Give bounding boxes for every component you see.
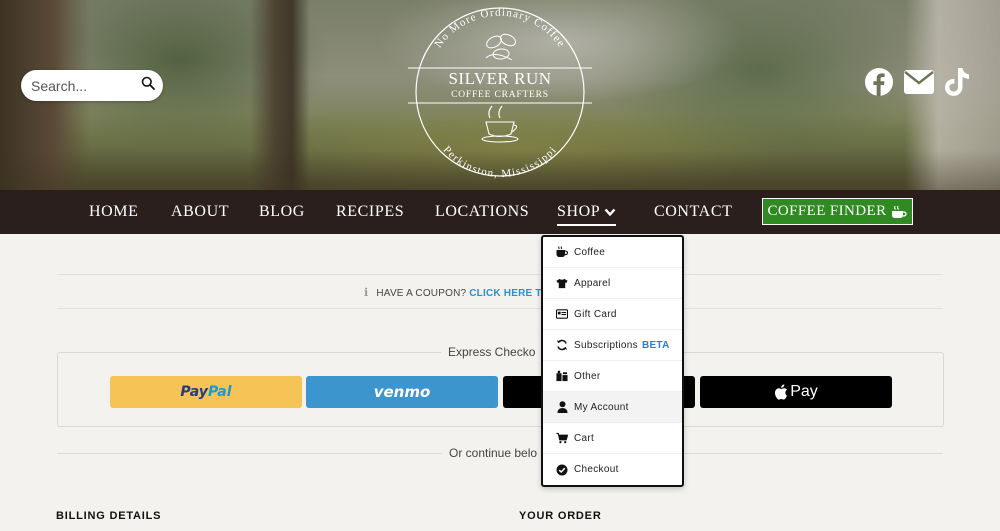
sync-icon: [556, 339, 568, 351]
paypal-label-1: Pay: [180, 384, 208, 400]
box-icon: [556, 370, 568, 382]
logo-tagline: COFFEE CRAFTERS: [451, 90, 549, 100]
nav-home[interactable]: HOME: [89, 203, 139, 221]
coffee-cup-icon: [556, 246, 568, 258]
coffee-bean-icon: [485, 33, 517, 61]
menu-item-label: My Account: [574, 401, 629, 413]
paypal-button[interactable]: Pay Pal: [110, 376, 302, 408]
nav-locations[interactable]: LOCATIONS: [435, 203, 529, 221]
billing-details-heading: BILLING DETAILS: [56, 510, 162, 522]
shop-dropdown-menu: Coffee Apparel Gift Card Subscriptions B…: [541, 235, 684, 487]
silver-run-logo[interactable]: No More Ordinary Coffee SILVER RUN COFFE…: [402, 2, 598, 188]
divider: [57, 274, 943, 275]
search-input[interactable]: [31, 77, 141, 94]
coupon-notice: ℹ HAVE A COUPON? CLICK HERE TO: [364, 286, 549, 299]
express-checkout-title: Express Checko: [441, 345, 543, 359]
coffee-cup-icon: [481, 105, 519, 143]
coffee-finder-label: COFFEE FINDER: [767, 203, 887, 219]
your-order-heading: YOUR ORDER: [519, 510, 602, 522]
facebook-icon[interactable]: [864, 67, 894, 102]
hero-banner: No More Ordinary Coffee SILVER RUN COFFE…: [0, 0, 1000, 190]
search-box[interactable]: [21, 70, 163, 101]
menu-item-cart[interactable]: Cart: [543, 423, 682, 454]
menu-item-label: Cart: [574, 432, 595, 444]
check-circle-icon: [556, 464, 568, 476]
chevron-down-icon: [604, 208, 616, 217]
nav-blog[interactable]: BLOG: [259, 203, 305, 221]
menu-item-checkout[interactable]: Checkout: [543, 454, 682, 485]
coupon-prompt: HAVE A COUPON?: [376, 288, 467, 299]
info-icon: ℹ: [364, 287, 369, 299]
menu-item-label: Checkout: [574, 464, 619, 475]
main-nav: HOME ABOUT BLOG RECIPES LOCATIONS SHOP C…: [0, 190, 1000, 234]
coffee-mug-icon: [892, 205, 908, 218]
apple-pay-button[interactable]: Pay: [700, 376, 892, 408]
nav-shop[interactable]: SHOP: [557, 203, 617, 226]
menu-item-subscriptions[interactable]: Subscriptions BETA: [543, 330, 682, 361]
menu-item-label: Gift Card: [574, 308, 617, 320]
apple-icon: [775, 384, 788, 400]
tiktok-icon[interactable]: [944, 67, 970, 102]
nav-recipes[interactable]: RECIPES: [336, 203, 404, 221]
tshirt-icon: [556, 277, 568, 289]
menu-item-label: Coffee: [574, 246, 606, 258]
coffee-finder-button[interactable]: COFFEE FINDER: [762, 198, 913, 225]
or-continue-text: Or continue belo: [442, 446, 545, 460]
logo-arc-bottom: Perkinston, Mississippi: [441, 144, 560, 180]
menu-item-label: Subscriptions: [574, 339, 638, 351]
social-links: [864, 67, 980, 102]
nav-contact[interactable]: CONTACT: [654, 203, 732, 221]
menu-item-my-account[interactable]: My Account: [543, 392, 682, 423]
mail-icon[interactable]: [904, 69, 934, 99]
menu-item-gift-card[interactable]: Gift Card: [543, 299, 682, 330]
divider: [57, 308, 943, 309]
venmo-label: venmo: [373, 383, 431, 401]
menu-item-apparel[interactable]: Apparel: [543, 268, 682, 299]
paypal-label-2: Pal: [207, 384, 232, 400]
menu-item-label: Other: [574, 370, 601, 382]
nav-shop-label: SHOP: [557, 203, 601, 220]
menu-item-coffee[interactable]: Coffee: [543, 237, 682, 268]
user-icon: [556, 401, 568, 413]
cart-icon: [556, 432, 568, 444]
menu-item-other[interactable]: Other: [543, 361, 682, 392]
coupon-link[interactable]: CLICK HERE TO: [469, 288, 549, 299]
nav-about[interactable]: ABOUT: [171, 203, 229, 221]
logo-name: SILVER RUN: [448, 69, 551, 88]
beta-badge: BETA: [641, 339, 670, 351]
apple-pay-label: Pay: [790, 383, 818, 400]
venmo-button[interactable]: venmo: [306, 376, 498, 408]
search-icon[interactable]: [141, 76, 155, 95]
menu-item-label: Apparel: [574, 277, 611, 289]
gift-card-icon: [556, 308, 568, 320]
